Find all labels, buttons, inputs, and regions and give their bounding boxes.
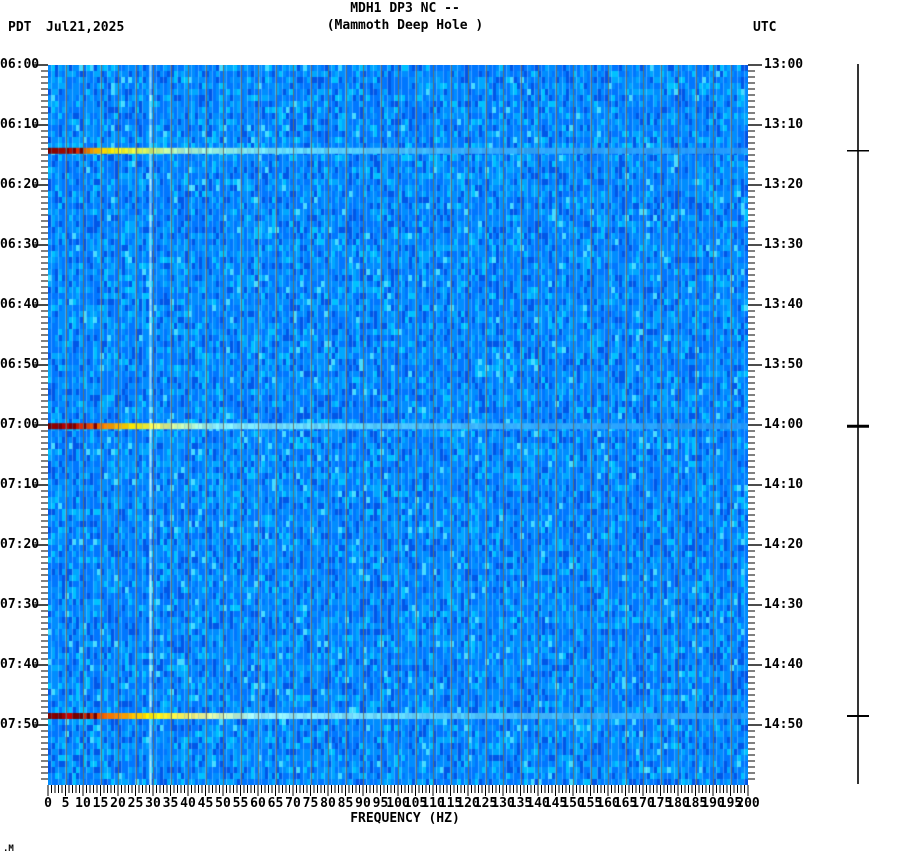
timezone-left-label: PDT [8, 20, 32, 35]
right-time-label: 13:10 [764, 117, 804, 132]
timezone-right-label: UTC [753, 20, 777, 35]
amplitude-scale-bar [847, 64, 869, 784]
right-time-label: 14:40 [764, 657, 804, 672]
right-time-label: 13:50 [764, 357, 804, 372]
left-time-label: 07:10 [0, 477, 40, 492]
date-label: Jul21,2025 [46, 20, 125, 35]
right-time-label: 13:00 [764, 57, 804, 72]
right-time-label: 14:00 [764, 417, 804, 432]
right-time-label: 13:40 [764, 297, 804, 312]
right-time-label: 14:50 [764, 717, 804, 732]
left-time-label: 07:50 [0, 717, 40, 732]
left-time-label: 07:40 [0, 657, 40, 672]
right-time-label: 13:20 [764, 177, 804, 192]
left-time-label: 06:00 [0, 57, 40, 72]
left-time-label: 06:30 [0, 237, 40, 252]
right-time-label: 14:20 [764, 537, 804, 552]
page-title: MDH1 DP3 NC -- [350, 1, 460, 16]
right-time-label: 13:30 [764, 237, 804, 252]
left-time-label: 06:40 [0, 297, 40, 312]
corner-mark: .M [3, 844, 14, 854]
x-axis-title: FREQUENCY (HZ) [350, 811, 460, 826]
right-time-label: 14:10 [764, 477, 804, 492]
left-time-label: 07:30 [0, 597, 40, 612]
left-time-label: 06:20 [0, 177, 40, 192]
spectrogram-canvas [48, 65, 748, 785]
right-time-label: 14:30 [764, 597, 804, 612]
spectrogram-page: MDH1 DP3 NC -- (Mammoth Deep Hole ) PDT … [0, 0, 902, 864]
freq-tick-label: 200 [736, 796, 760, 811]
left-time-label: 07:00 [0, 417, 40, 432]
left-time-label: 07:20 [0, 537, 40, 552]
left-time-label: 06:10 [0, 117, 40, 132]
left-time-label: 06:50 [0, 357, 40, 372]
